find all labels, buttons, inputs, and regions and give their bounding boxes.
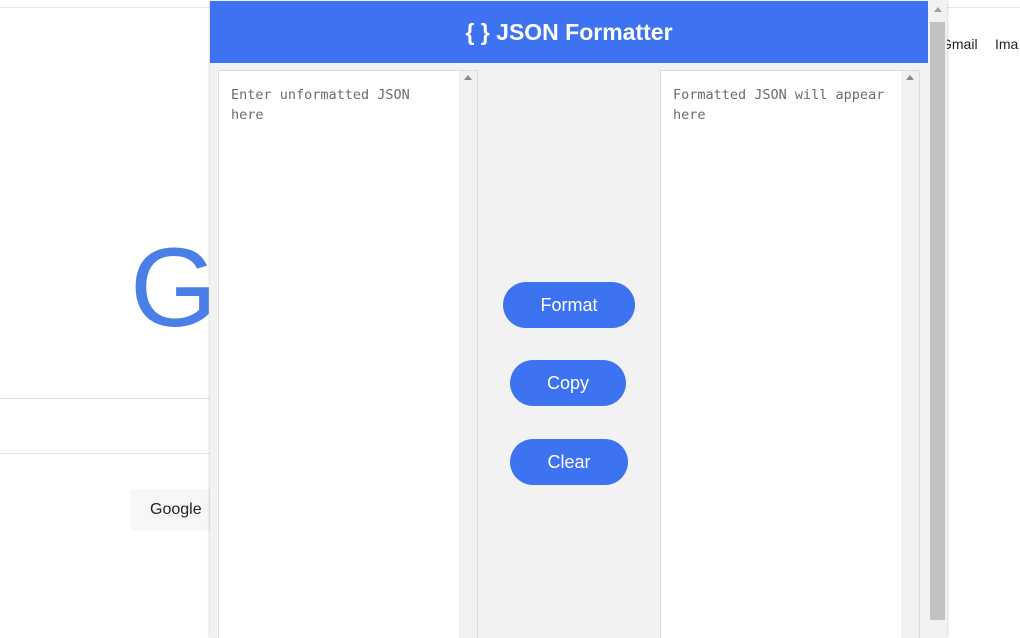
json-formatter-popup: { } JSON Formatter Enter unformatted JSO… <box>210 0 947 638</box>
scrollbar-thumb[interactable] <box>930 22 945 620</box>
scroll-up-arrow-icon[interactable] <box>464 75 472 80</box>
google-search-button[interactable]: Google <box>130 489 215 531</box>
popup-title: { } JSON Formatter <box>465 18 673 45</box>
unformatted-json-input[interactable]: Enter unformatted JSON here <box>218 70 478 638</box>
copy-button[interactable]: Copy <box>510 360 626 406</box>
scroll-up-arrow-icon[interactable] <box>906 75 914 80</box>
search-box-top-border <box>0 398 215 399</box>
output-scrollbar[interactable] <box>901 71 919 638</box>
scroll-up-arrow-icon[interactable] <box>934 7 942 12</box>
input-placeholder: Enter unformatted JSON here <box>231 87 418 123</box>
search-box-bottom-border <box>0 453 215 454</box>
google-logo: G <box>130 225 218 350</box>
images-link[interactable]: Ima <box>995 36 1018 52</box>
format-button[interactable]: Format <box>503 282 635 328</box>
input-scrollbar[interactable] <box>459 71 477 638</box>
popup-header: { } JSON Formatter <box>210 1 928 63</box>
clear-button[interactable]: Clear <box>510 439 628 485</box>
formatted-json-output[interactable]: Formatted JSON will appear here <box>660 70 920 638</box>
output-placeholder: Formatted JSON will appear here <box>673 87 893 123</box>
popup-scrollbar[interactable] <box>928 0 947 638</box>
